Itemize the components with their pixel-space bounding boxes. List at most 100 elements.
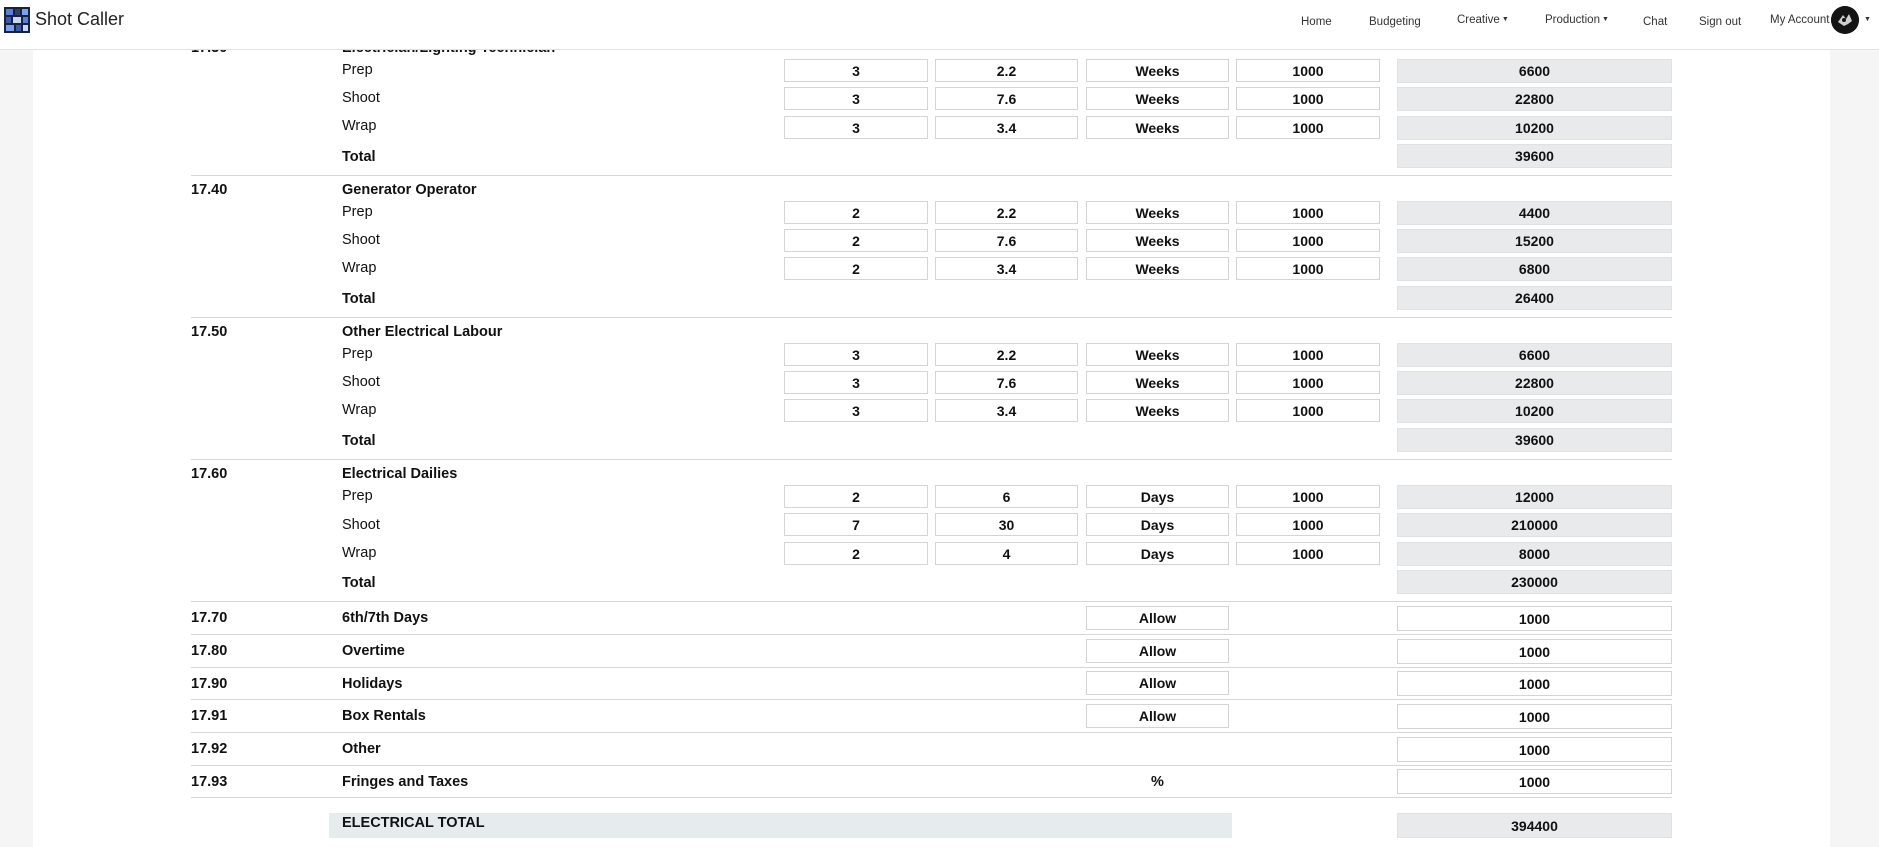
unit-select[interactable]: Weeks bbox=[1086, 87, 1229, 110]
section-total: 39600 bbox=[1397, 428, 1672, 452]
qty-input[interactable]: 3 bbox=[784, 371, 928, 394]
rate-input[interactable]: 1000 bbox=[1236, 399, 1380, 422]
nav-my-account[interactable]: My Account bbox=[1770, 14, 1829, 26]
unit-select[interactable]: Days bbox=[1086, 542, 1229, 565]
line-title: Overtime bbox=[342, 643, 405, 659]
unit-select[interactable]: Allow bbox=[1086, 606, 1229, 630]
nav-creative-label: Creative bbox=[1457, 14, 1500, 26]
unit-select[interactable]: Weeks bbox=[1086, 201, 1229, 224]
rate-input[interactable]: 1000 bbox=[1236, 87, 1380, 110]
value-input[interactable]: 1000 bbox=[1397, 671, 1672, 696]
amount-input[interactable]: 2.2 bbox=[935, 201, 1078, 224]
section-total: 26400 bbox=[1397, 286, 1672, 310]
line-title: Holidays bbox=[342, 676, 403, 692]
user-avatar[interactable] bbox=[1831, 6, 1859, 34]
qty-input[interactable]: 3 bbox=[784, 87, 928, 110]
unit-select[interactable]: Days bbox=[1086, 513, 1229, 536]
rate-input[interactable]: 1000 bbox=[1236, 343, 1380, 366]
qty-input[interactable]: 7 bbox=[784, 513, 928, 536]
qty-input[interactable]: 3 bbox=[784, 399, 928, 422]
nav-creative[interactable]: Creative ▼ bbox=[1457, 14, 1509, 26]
total-label: Total bbox=[342, 291, 376, 307]
nav-home[interactable]: Home bbox=[1301, 16, 1332, 28]
section-total: 230000 bbox=[1397, 570, 1672, 594]
rate-input[interactable]: 1000 bbox=[1236, 257, 1380, 280]
unit-select[interactable]: Weeks bbox=[1086, 371, 1229, 394]
rate-input[interactable]: 1000 bbox=[1236, 542, 1380, 565]
account-caret-icon[interactable]: ▼ bbox=[1862, 14, 1871, 26]
rate-input[interactable]: 1000 bbox=[1236, 59, 1380, 82]
rate-input[interactable]: 1000 bbox=[1236, 229, 1380, 252]
qty-input[interactable]: 3 bbox=[784, 343, 928, 366]
unit-select[interactable]: Weeks bbox=[1086, 116, 1229, 139]
value-input[interactable]: 1000 bbox=[1397, 606, 1672, 631]
qty-input[interactable]: 2 bbox=[784, 257, 928, 280]
amount-input[interactable]: 2.2 bbox=[935, 343, 1078, 366]
rate-input[interactable]: 1000 bbox=[1236, 201, 1380, 224]
amount-input[interactable]: 7.6 bbox=[935, 371, 1078, 394]
row-total: 6800 bbox=[1397, 257, 1672, 281]
qty-input[interactable]: 2 bbox=[784, 201, 928, 224]
amount-input[interactable]: 30 bbox=[935, 513, 1078, 536]
unit-select[interactable]: Weeks bbox=[1086, 399, 1229, 422]
divider bbox=[191, 765, 1672, 766]
qty-input[interactable]: 2 bbox=[784, 485, 928, 508]
amount-input[interactable]: 4 bbox=[935, 542, 1078, 565]
unit-select[interactable]: Allow bbox=[1086, 639, 1229, 663]
amount-input[interactable]: 3.4 bbox=[935, 257, 1078, 280]
qty-input[interactable]: 2 bbox=[784, 229, 928, 252]
divider bbox=[191, 317, 1672, 318]
unit-select[interactable]: Weeks bbox=[1086, 229, 1229, 252]
nav-chat[interactable]: Chat bbox=[1643, 16, 1667, 28]
qty-input[interactable]: 3 bbox=[784, 116, 928, 139]
row-total: 6600 bbox=[1397, 343, 1672, 367]
divider bbox=[191, 601, 1672, 602]
row-total: 22800 bbox=[1397, 87, 1672, 111]
amount-input[interactable]: 6 bbox=[935, 485, 1078, 508]
row-label: Prep bbox=[342, 204, 373, 220]
unit-select[interactable]: Allow bbox=[1086, 704, 1229, 728]
value-input[interactable]: 1000 bbox=[1397, 737, 1672, 762]
divider bbox=[191, 175, 1672, 176]
row-label: Wrap bbox=[342, 118, 377, 134]
rate-input[interactable]: 1000 bbox=[1236, 371, 1380, 394]
line-title: Other bbox=[342, 741, 381, 757]
unit-select[interactable]: Weeks bbox=[1086, 257, 1229, 280]
line-code: 17.80 bbox=[191, 643, 228, 659]
value-input[interactable]: 1000 bbox=[1397, 704, 1672, 729]
unit-select[interactable]: Days bbox=[1086, 485, 1229, 508]
row-total: 10200 bbox=[1397, 399, 1672, 423]
row-label: Shoot bbox=[342, 374, 380, 390]
row-total: 15200 bbox=[1397, 229, 1672, 253]
section-title: Electrical Dailies bbox=[342, 466, 458, 482]
line-code: 17.90 bbox=[191, 676, 228, 692]
amount-input[interactable]: 3.4 bbox=[935, 116, 1078, 139]
value-input[interactable]: 1000 bbox=[1397, 639, 1672, 664]
rate-input[interactable]: 1000 bbox=[1236, 485, 1380, 508]
caret-down-icon: ▼ bbox=[1501, 16, 1509, 23]
value-input[interactable]: 1000 bbox=[1397, 769, 1672, 794]
amount-input[interactable]: 2.2 bbox=[935, 59, 1078, 82]
row-total: 4400 bbox=[1397, 201, 1672, 225]
row-label: Prep bbox=[342, 346, 373, 362]
unit-select[interactable]: Weeks bbox=[1086, 343, 1229, 366]
unit-select[interactable]: Weeks bbox=[1086, 59, 1229, 82]
nav-production[interactable]: Production ▼ bbox=[1545, 14, 1609, 26]
qty-input[interactable]: 2 bbox=[784, 542, 928, 565]
rate-input[interactable]: 1000 bbox=[1236, 116, 1380, 139]
nav-sign-out[interactable]: Sign out bbox=[1699, 16, 1741, 28]
row-label: Shoot bbox=[342, 517, 380, 533]
amount-input[interactable]: 3.4 bbox=[935, 399, 1078, 422]
electrical-total-label: ELECTRICAL TOTAL bbox=[342, 815, 485, 831]
nav-production-label: Production bbox=[1545, 14, 1600, 26]
unit-select[interactable]: Allow bbox=[1086, 671, 1229, 695]
rate-input[interactable]: 1000 bbox=[1236, 513, 1380, 536]
amount-input[interactable]: 7.6 bbox=[935, 229, 1078, 252]
amount-input[interactable]: 7.6 bbox=[935, 87, 1078, 110]
percent-symbol: % bbox=[1151, 774, 1164, 790]
qty-input[interactable]: 3 bbox=[784, 59, 928, 82]
app-logo-icon[interactable] bbox=[4, 7, 30, 33]
nav-budgeting[interactable]: Budgeting bbox=[1369, 16, 1421, 28]
brand-name[interactable]: Shot Caller bbox=[35, 9, 124, 30]
row-total: 22800 bbox=[1397, 371, 1672, 395]
